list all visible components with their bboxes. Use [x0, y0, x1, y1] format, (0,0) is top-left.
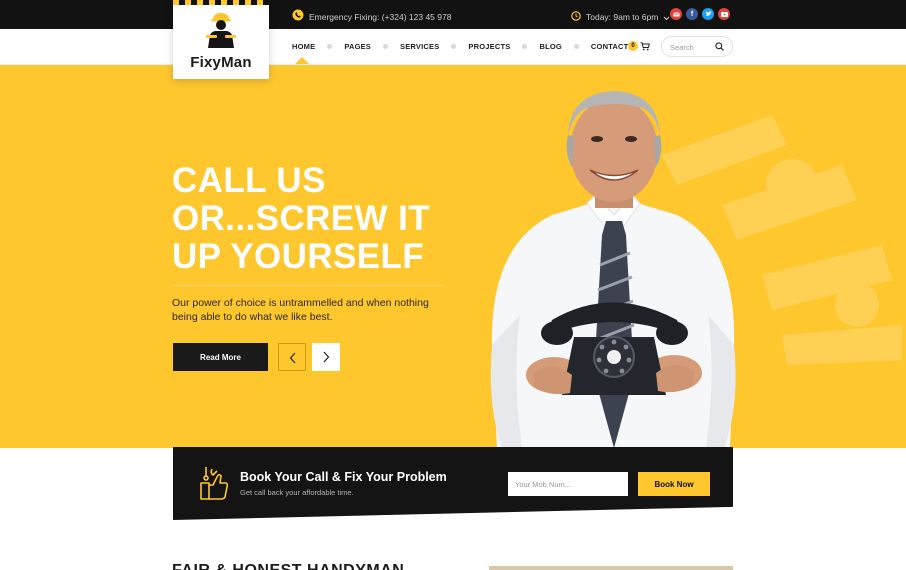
- top-bar: Emergency Fixing: (+324) 123 45 978 Toda…: [0, 0, 906, 29]
- search-icon[interactable]: [715, 42, 724, 51]
- facebook-icon[interactable]: f: [686, 8, 698, 20]
- phone-icon: [292, 8, 304, 26]
- section-image: [489, 566, 733, 570]
- booking-subtitle: Get call back your affordable time.: [240, 488, 354, 497]
- nav-contact[interactable]: CONTACT: [591, 42, 629, 51]
- hero-title: CALL US OR...SCREW IT UP YOURSELF: [172, 162, 472, 276]
- site-logo[interactable]: FixyMan: [173, 0, 269, 79]
- cart-count-badge: 0: [628, 41, 638, 51]
- nav-projects[interactable]: PROJECTS: [468, 42, 510, 51]
- search-box[interactable]: [661, 36, 733, 57]
- logo-hazard-stripe: [173, 0, 269, 5]
- chevron-left-icon: [289, 352, 296, 364]
- hero-divider: [172, 285, 444, 286]
- nav-blog[interactable]: BLOG: [539, 42, 561, 51]
- section-heading: FAIR & HONEST HANDYMAN: [172, 562, 404, 570]
- emergency-text: Emergency Fixing: (+324) 123 45 978: [309, 12, 452, 22]
- cart-button[interactable]: 0: [628, 41, 652, 53]
- main-menu: HOME PAGES SERVICES PROJECTS BLOG CONTAC…: [292, 42, 628, 51]
- nav-services[interactable]: SERVICES: [400, 42, 439, 51]
- search-input[interactable]: [670, 41, 714, 53]
- youtube-icon[interactable]: [718, 8, 730, 20]
- emergency-contact[interactable]: Emergency Fixing: (+324) 123 45 978: [292, 8, 451, 26]
- slider-next-button[interactable]: [312, 343, 340, 371]
- slider-prev-button[interactable]: [278, 343, 306, 371]
- email-icon[interactable]: [670, 8, 682, 20]
- mobile-number-input[interactable]: [508, 472, 628, 496]
- hours-text: Today: 9am to 6pm: [586, 12, 659, 22]
- hero-title-line: CALL US: [172, 161, 326, 200]
- read-more-button[interactable]: Read More: [173, 343, 268, 371]
- booking-callback-banner: Book Your Call & Fix Your Problem Get ca…: [173, 447, 733, 520]
- nav-home[interactable]: HOME: [292, 42, 315, 51]
- logo-text: FixyMan: [190, 54, 252, 71]
- nav-separator: [522, 44, 528, 49]
- hero-description: Our power of choice is untrammelled and …: [172, 297, 429, 323]
- hero-title-line: OR...SCREW IT: [172, 199, 430, 238]
- opening-hours[interactable]: Today: 9am to 6pm: [571, 8, 670, 26]
- social-links: f: [670, 8, 730, 20]
- nav-separator: [451, 44, 457, 49]
- chevron-right-icon: [323, 351, 330, 363]
- active-nav-indicator: [295, 57, 309, 64]
- hero-title-line: UP YOURSELF: [172, 237, 425, 276]
- handyman-logo-icon: [206, 13, 236, 48]
- nav-separator: [327, 44, 333, 49]
- nav-pages[interactable]: PAGES: [344, 42, 371, 51]
- main-navigation-bar: HOME PAGES SERVICES PROJECTS BLOG CONTAC…: [0, 29, 906, 65]
- nav-separator: [383, 44, 389, 49]
- tools-thumbs-up-icon: [200, 467, 229, 500]
- book-now-button[interactable]: Book Now: [638, 472, 710, 496]
- nav-separator: [573, 44, 579, 49]
- hero-man-with-telephone-image: [490, 91, 902, 448]
- twitter-icon[interactable]: [702, 8, 714, 20]
- hero-slider: CALL US OR...SCREW IT UP YOURSELF Our po…: [0, 65, 906, 448]
- booking-title: Book Your Call & Fix Your Problem: [240, 470, 447, 484]
- cart-icon: [640, 42, 650, 51]
- clock-icon: [571, 8, 581, 26]
